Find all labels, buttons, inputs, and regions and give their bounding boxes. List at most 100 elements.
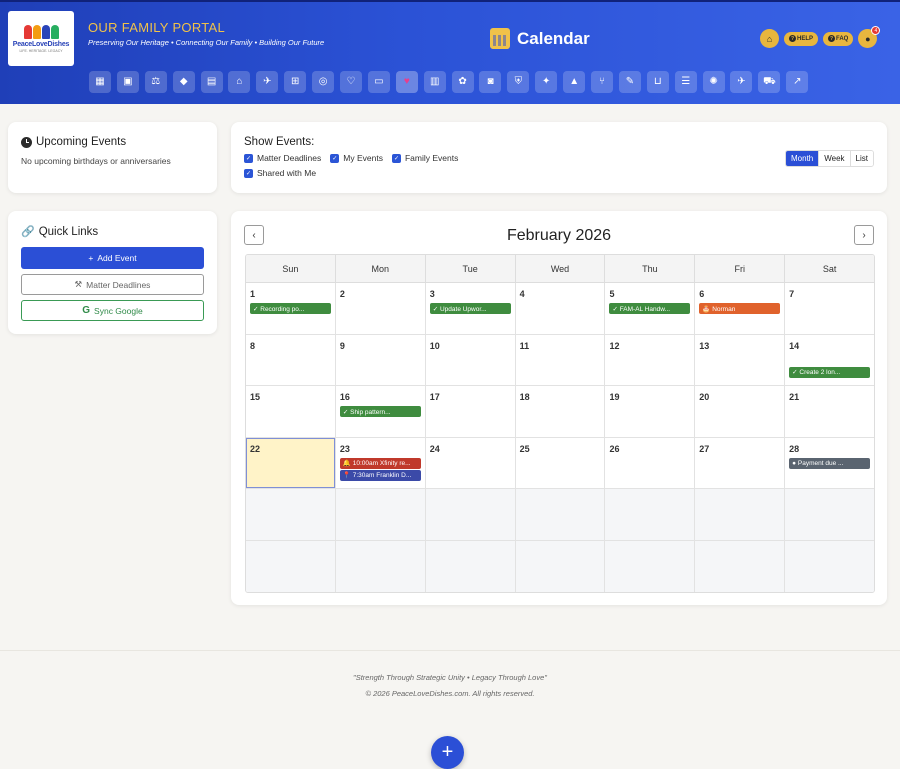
day-cell[interactable]: 14 ✓ Create 2 lon... bbox=[784, 334, 874, 385]
day-cell[interactable]: 3 ✓ Update Upwor... bbox=[424, 283, 515, 334]
day-number[interactable]: 6 bbox=[699, 289, 704, 299]
calendar-event[interactable]: ✓ Recording po... bbox=[250, 303, 331, 314]
sitemap-icon[interactable]: ⊞ bbox=[284, 71, 307, 93]
cart-icon[interactable]: ⊔ bbox=[646, 71, 669, 93]
calendar-event[interactable]: ✓ Ship pattern... bbox=[339, 406, 421, 417]
day-cell[interactable]: 18 bbox=[514, 386, 605, 437]
day-cell[interactable]: 7 bbox=[784, 283, 874, 334]
bird-icon[interactable]: ✈ bbox=[256, 71, 279, 93]
day-cell[interactable]: 1 ✓ Recording po... bbox=[246, 283, 335, 334]
day-number[interactable]: 21 bbox=[789, 392, 799, 402]
empty-day-cell[interactable] bbox=[784, 540, 874, 592]
empty-day-cell[interactable] bbox=[604, 489, 695, 540]
user-menu-button[interactable]: ● 4 bbox=[858, 26, 881, 48]
empty-day-cell[interactable] bbox=[604, 540, 695, 592]
day-number[interactable]: 4 bbox=[520, 289, 525, 299]
day-cell[interactable]: 12 bbox=[604, 334, 695, 385]
day-cell[interactable]: 20 bbox=[694, 386, 785, 437]
add-event-button[interactable]: + Add Event bbox=[21, 247, 204, 269]
day-number[interactable]: 19 bbox=[609, 392, 619, 402]
day-number[interactable]: 17 bbox=[430, 392, 440, 402]
id-card-icon[interactable]: ▥ bbox=[423, 71, 446, 93]
day-cell[interactable]: 5 ✓ FAM-AL Handw... bbox=[604, 283, 695, 334]
filter-matter-deadlines[interactable]: ✓ Matter Deadlines bbox=[244, 153, 321, 163]
day-cell[interactable]: 22 bbox=[246, 437, 335, 488]
utensils-icon[interactable]: ⑂ bbox=[591, 71, 614, 93]
empty-day-cell[interactable] bbox=[424, 540, 515, 592]
empty-day-cell[interactable] bbox=[334, 489, 425, 540]
day-number[interactable]: 24 bbox=[430, 444, 440, 454]
day-number[interactable]: 5 bbox=[609, 289, 614, 299]
day-number[interactable]: 18 bbox=[520, 392, 530, 402]
help-button[interactable]: ? HELP bbox=[784, 31, 819, 46]
checkbox-checked-icon[interactable]: ✓ bbox=[391, 153, 401, 163]
brain-icon[interactable]: ✺ bbox=[702, 71, 725, 93]
book-icon[interactable]: ▭ bbox=[367, 71, 390, 93]
filter-shared-with-me[interactable]: ✓ Shared with Me bbox=[244, 168, 316, 178]
chart-icon[interactable]: ↗ bbox=[786, 71, 809, 93]
scale-icon[interactable]: ⚖ bbox=[144, 71, 167, 93]
day-cell[interactable]: 15 bbox=[246, 386, 335, 437]
calendar-event[interactable]: ✓ FAM-AL Handw... bbox=[609, 303, 691, 314]
contact-book-icon[interactable]: ▤ bbox=[200, 71, 223, 93]
day-cell[interactable]: 13 bbox=[694, 334, 785, 385]
floating-add-button[interactable]: + bbox=[431, 736, 464, 769]
shield-icon[interactable]: ⛨ bbox=[507, 71, 530, 93]
day-number[interactable]: 8 bbox=[250, 341, 255, 351]
day-number[interactable]: 11 bbox=[520, 341, 530, 351]
view-month-button[interactable]: Month bbox=[786, 151, 819, 166]
day-number[interactable]: 12 bbox=[609, 341, 619, 351]
checkbox-checked-icon[interactable]: ✓ bbox=[244, 168, 253, 178]
warning-icon[interactable]: ▲ bbox=[563, 71, 586, 93]
day-number[interactable]: 28 bbox=[789, 444, 799, 454]
diamond-icon[interactable]: ◆ bbox=[172, 71, 195, 93]
calendar-event[interactable]: 📍 7:30am Franklin D... bbox=[339, 469, 421, 481]
day-number[interactable]: 7 bbox=[789, 289, 794, 299]
sync-google-button[interactable]: G Sync Google bbox=[21, 300, 204, 321]
day-cell[interactable]: 2 bbox=[334, 283, 425, 334]
car-icon[interactable]: ⛟ bbox=[758, 71, 781, 93]
empty-day-cell[interactable] bbox=[334, 540, 425, 592]
faq-button[interactable]: ? FAQ bbox=[823, 31, 854, 46]
target-icon[interactable]: ◎ bbox=[312, 71, 335, 93]
day-number[interactable]: 26 bbox=[609, 444, 619, 454]
lightbulb-icon[interactable]: ✦ bbox=[535, 71, 558, 93]
empty-day-cell[interactable] bbox=[784, 489, 874, 540]
empty-day-cell[interactable] bbox=[694, 540, 785, 592]
empty-day-cell[interactable] bbox=[246, 540, 335, 592]
matter-deadlines-button[interactable]: ⚒ Matter Deadlines bbox=[21, 274, 204, 295]
day-cell[interactable]: 23 🔔 10:00am Xfinity re... 📍 7:30am Frankl… bbox=[334, 437, 425, 488]
day-cell[interactable]: 28 ● Payment due ... bbox=[784, 437, 874, 488]
day-cell[interactable]: 19 bbox=[604, 386, 695, 437]
empty-day-cell[interactable] bbox=[514, 540, 605, 592]
checkbox-checked-icon[interactable]: ✓ bbox=[330, 153, 340, 163]
filter-family-events[interactable]: ✓ Family Events bbox=[391, 153, 458, 163]
camera-icon[interactable]: ◙ bbox=[479, 71, 502, 93]
day-number[interactable]: 16 bbox=[340, 392, 350, 402]
day-number[interactable]: 1 bbox=[250, 289, 255, 299]
day-cell[interactable]: 8 bbox=[246, 334, 335, 385]
day-cell[interactable]: 21 bbox=[784, 386, 874, 437]
filter-my-events[interactable]: ✓ My Events bbox=[330, 153, 383, 163]
checklist-icon[interactable]: ☰ bbox=[674, 71, 697, 93]
wrench-icon[interactable]: ✎ bbox=[618, 71, 641, 93]
day-number[interactable]: 9 bbox=[340, 341, 345, 351]
day-cell[interactable]: 6 🎂 Norman bbox=[694, 283, 785, 334]
day-cell[interactable]: 24 bbox=[424, 437, 515, 488]
day-number[interactable]: 14 bbox=[789, 341, 799, 351]
day-number[interactable]: 10 bbox=[430, 341, 440, 351]
view-list-button[interactable]: List bbox=[849, 151, 873, 166]
view-week-button[interactable]: Week bbox=[818, 151, 850, 166]
day-number[interactable]: 2 bbox=[340, 289, 345, 299]
empty-day-cell[interactable] bbox=[424, 489, 515, 540]
checkbox-checked-icon[interactable]: ✓ bbox=[244, 153, 253, 163]
calendar-event[interactable]: 🔔 10:00am Xfinity re... bbox=[339, 457, 421, 469]
calendar-event[interactable]: ● Payment due ... bbox=[789, 457, 871, 469]
calendar-event[interactable]: ✓ Update Upwor... bbox=[429, 303, 511, 314]
day-cell[interactable]: 10 bbox=[424, 334, 515, 385]
home-button[interactable]: ⌂ bbox=[760, 29, 779, 48]
day-number[interactable]: 3 bbox=[430, 289, 435, 299]
site-logo[interactable]: PeaceLoveDishes LIFE. HERITAGE. LEGACY bbox=[8, 11, 74, 66]
paw-icon[interactable]: ✿ bbox=[451, 71, 474, 93]
calendar-icon[interactable]: ▦ bbox=[89, 71, 111, 93]
